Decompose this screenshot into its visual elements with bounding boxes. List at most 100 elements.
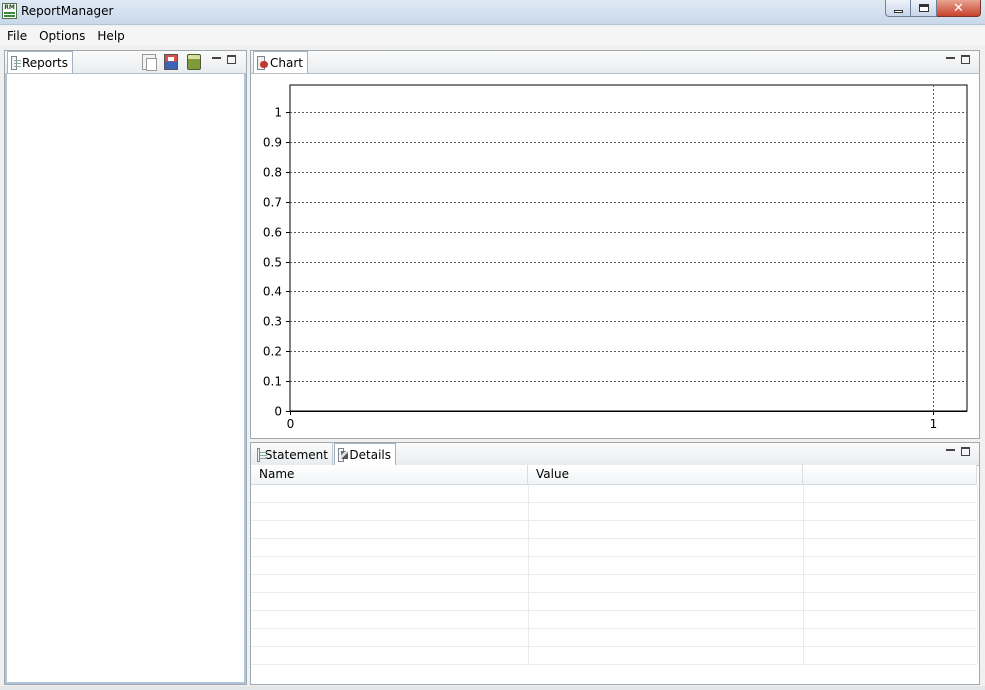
panel-maximize-icon[interactable] bbox=[227, 55, 236, 64]
y-tick-label: 0.4 bbox=[263, 285, 282, 299]
table-row[interactable] bbox=[251, 503, 978, 521]
column-header-value[interactable]: Value bbox=[528, 465, 803, 484]
y-tick-label: 0.1 bbox=[263, 375, 282, 389]
y-tick-label: 0.6 bbox=[263, 226, 282, 240]
table-row[interactable] bbox=[251, 629, 978, 647]
save-icon[interactable] bbox=[164, 54, 178, 70]
table-cell bbox=[528, 557, 804, 574]
table-row[interactable] bbox=[251, 521, 978, 539]
table-cell bbox=[528, 539, 804, 556]
chart-panel-header: Chart bbox=[251, 51, 979, 74]
y-tick-label: 0 bbox=[274, 405, 282, 419]
reports-tree[interactable] bbox=[5, 73, 246, 684]
table-cell bbox=[528, 503, 804, 520]
app-icon-text: RM bbox=[4, 4, 15, 11]
table-cell bbox=[803, 575, 978, 592]
reports-panel: Reports bbox=[4, 50, 247, 685]
maximize-button[interactable] bbox=[911, 0, 937, 17]
table-row[interactable] bbox=[251, 647, 978, 665]
panel-minimize-icon[interactable] bbox=[946, 447, 955, 456]
copy-icon[interactable] bbox=[142, 54, 157, 71]
table-cell bbox=[528, 521, 804, 538]
table-cell bbox=[251, 485, 529, 502]
details-icon bbox=[338, 447, 349, 462]
panel-minimize-icon[interactable] bbox=[212, 55, 221, 64]
menu-file[interactable]: File bbox=[0, 29, 33, 43]
tab-statement[interactable]: Statement bbox=[253, 443, 333, 465]
table-cell bbox=[528, 575, 804, 592]
panel-maximize-icon[interactable] bbox=[961, 447, 970, 456]
table-cell bbox=[251, 593, 529, 610]
close-button[interactable]: ✕ bbox=[937, 0, 981, 17]
table-cell bbox=[251, 629, 529, 646]
y-tick-label: 0.3 bbox=[263, 315, 282, 329]
y-tick-label: 0.2 bbox=[263, 345, 282, 359]
column-header-extra[interactable] bbox=[803, 465, 977, 484]
menu-options[interactable]: Options bbox=[33, 29, 91, 43]
window-controls: ✕ bbox=[885, 0, 981, 17]
tab-reports-label: Reports bbox=[21, 55, 68, 70]
table-cell bbox=[528, 611, 804, 628]
table-row[interactable] bbox=[251, 611, 978, 629]
table-cell bbox=[803, 539, 978, 556]
tab-details[interactable]: Details bbox=[334, 443, 396, 465]
table-cell bbox=[803, 521, 978, 538]
details-panel-header: Statement Details bbox=[251, 443, 979, 466]
y-tick-label: 0.5 bbox=[263, 256, 282, 270]
tab-statement-label: Statement bbox=[264, 447, 328, 462]
x-tick-label: 1 bbox=[930, 417, 938, 431]
details-panel-controls bbox=[946, 447, 970, 456]
table-cell bbox=[803, 611, 978, 628]
table-cell bbox=[803, 557, 978, 574]
y-tick-label: 1 bbox=[274, 106, 282, 120]
tab-reports[interactable]: Reports bbox=[7, 51, 73, 73]
table-cell bbox=[803, 629, 978, 646]
table-row[interactable] bbox=[251, 539, 978, 557]
chart-area: 0 0.1 0.2 0.3 0.4 0.5 0.6 0.7 0.8 0.9 1 0 1 bbox=[251, 74, 979, 438]
chart-panel-controls bbox=[946, 55, 970, 64]
reports-icon bbox=[11, 55, 21, 70]
details-panel: Statement Details Name Value bbox=[250, 442, 980, 685]
tab-chart[interactable]: Chart bbox=[253, 51, 308, 73]
panel-minimize-icon[interactable] bbox=[946, 55, 955, 64]
y-tick-label: 0.7 bbox=[263, 196, 282, 210]
x-tick-label: 0 bbox=[287, 417, 295, 431]
panel-maximize-icon[interactable] bbox=[961, 55, 970, 64]
table-cell bbox=[803, 503, 978, 520]
reports-panel-header: Reports bbox=[5, 51, 246, 74]
details-table-header: Name Value bbox=[251, 465, 977, 485]
table-row[interactable] bbox=[251, 593, 978, 611]
minimize-icon bbox=[893, 9, 903, 13]
column-header-name[interactable]: Name bbox=[251, 465, 528, 484]
table-cell bbox=[528, 593, 804, 610]
menu-bar: File Options Help bbox=[0, 26, 985, 45]
title-bar: RM ReportManager ✕ bbox=[0, 0, 985, 25]
table-cell bbox=[251, 557, 529, 574]
table-cell bbox=[803, 647, 978, 664]
table-row[interactable] bbox=[251, 557, 978, 575]
table-cell bbox=[251, 611, 529, 628]
archive-icon[interactable] bbox=[187, 54, 201, 70]
reports-panel-controls bbox=[212, 55, 236, 64]
menu-help[interactable]: Help bbox=[91, 29, 130, 43]
chart-icon bbox=[257, 55, 269, 70]
table-cell bbox=[528, 629, 804, 646]
minimize-button[interactable] bbox=[885, 0, 911, 17]
table-cell bbox=[251, 539, 529, 556]
y-tick-label: 0.9 bbox=[263, 136, 282, 150]
plot-frame bbox=[289, 84, 968, 412]
table-cell bbox=[251, 575, 529, 592]
table-cell bbox=[251, 521, 529, 538]
close-icon: ✕ bbox=[953, 0, 964, 16]
app-icon: RM bbox=[2, 3, 17, 19]
window-bottom-edge bbox=[0, 686, 985, 690]
table-cell bbox=[803, 593, 978, 610]
table-cell bbox=[251, 503, 529, 520]
chart-panel: Chart 0 0.1 0.2 0.3 0.4 0.5 0.6 0.7 0.8 0.9 1 0 1 bbox=[250, 50, 980, 439]
statement-icon bbox=[257, 447, 267, 462]
table-row[interactable] bbox=[251, 575, 978, 593]
table-row[interactable] bbox=[251, 485, 978, 503]
chart-svg: 0 0.1 0.2 0.3 0.4 0.5 0.6 0.7 0.8 0.9 1 0 1 bbox=[263, 84, 968, 431]
maximize-icon bbox=[918, 4, 929, 12]
table-cell bbox=[528, 647, 804, 664]
